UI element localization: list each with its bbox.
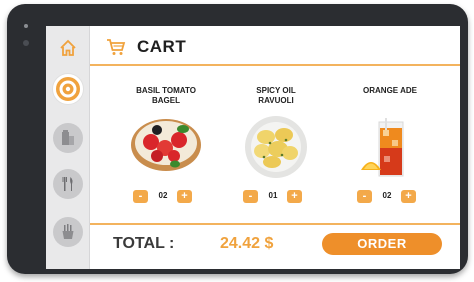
cart-item: SPICY OIL RAVUOLI - 01 + bbox=[221, 74, 331, 214]
decrease-button[interactable]: - bbox=[357, 190, 372, 203]
donut-icon bbox=[59, 80, 77, 98]
item-name-line2: BAGEL bbox=[152, 96, 180, 105]
orange-ade-image bbox=[361, 118, 404, 177]
increase-button[interactable]: + bbox=[401, 190, 416, 203]
cart-icon bbox=[106, 38, 126, 56]
total-label: TOTAL : bbox=[113, 235, 175, 252]
sidebar-item-drinks[interactable] bbox=[53, 123, 83, 153]
sensor-dot bbox=[23, 40, 29, 46]
total-value: 24.42 $ bbox=[220, 235, 274, 252]
cart-item: BASIL TOMATO BAGEL - 02 + bbox=[111, 74, 221, 214]
cart-header: CART bbox=[90, 26, 460, 66]
sidebar-item-donut[interactable] bbox=[53, 74, 83, 104]
home-icon[interactable] bbox=[58, 38, 78, 58]
quantity-stepper: - 02 + bbox=[335, 190, 445, 204]
sidebar-item-sides[interactable] bbox=[53, 217, 83, 247]
sidebar bbox=[46, 26, 90, 269]
bagel-image bbox=[131, 119, 201, 171]
quantity-value: 01 bbox=[268, 191, 278, 200]
item-name: SPICY OIL RAVUOLI bbox=[221, 86, 331, 106]
cutlery-icon bbox=[62, 177, 73, 191]
quantity-stepper: - 02 + bbox=[111, 190, 221, 204]
item-name-line1: SPICY OIL bbox=[256, 86, 296, 95]
increase-button[interactable]: + bbox=[177, 190, 192, 203]
quantity-value: 02 bbox=[382, 191, 392, 200]
screen: CART BASIL TOMATO BAGEL - 02 + SPICY OIL… bbox=[46, 26, 460, 269]
ravioli-image bbox=[245, 116, 307, 178]
sidebar-item-dishes[interactable] bbox=[53, 169, 83, 199]
item-name-line1: ORANGE ADE bbox=[363, 86, 417, 95]
drink-icon bbox=[62, 130, 74, 145]
page-title: CART bbox=[137, 37, 187, 56]
item-name: ORANGE ADE bbox=[335, 86, 445, 96]
camera-dot bbox=[24, 24, 28, 28]
decrease-button[interactable]: - bbox=[133, 190, 148, 203]
item-name-line2: RAVUOLI bbox=[258, 96, 294, 105]
decrease-button[interactable]: - bbox=[243, 190, 258, 203]
item-name-line1: BASIL TOMATO bbox=[136, 86, 196, 95]
tablet-device: CART BASIL TOMATO BAGEL - 02 + SPICY OIL… bbox=[7, 4, 468, 274]
fries-icon bbox=[62, 224, 74, 239]
cart-item: ORANGE ADE - 02 + bbox=[335, 74, 445, 214]
cart-footer: TOTAL : 24.42 $ ORDER bbox=[90, 223, 460, 269]
item-name: BASIL TOMATO BAGEL bbox=[111, 86, 221, 106]
quantity-value: 02 bbox=[158, 191, 168, 200]
quantity-stepper: - 01 + bbox=[221, 190, 331, 204]
order-button[interactable]: ORDER bbox=[322, 233, 442, 255]
increase-button[interactable]: + bbox=[287, 190, 302, 203]
